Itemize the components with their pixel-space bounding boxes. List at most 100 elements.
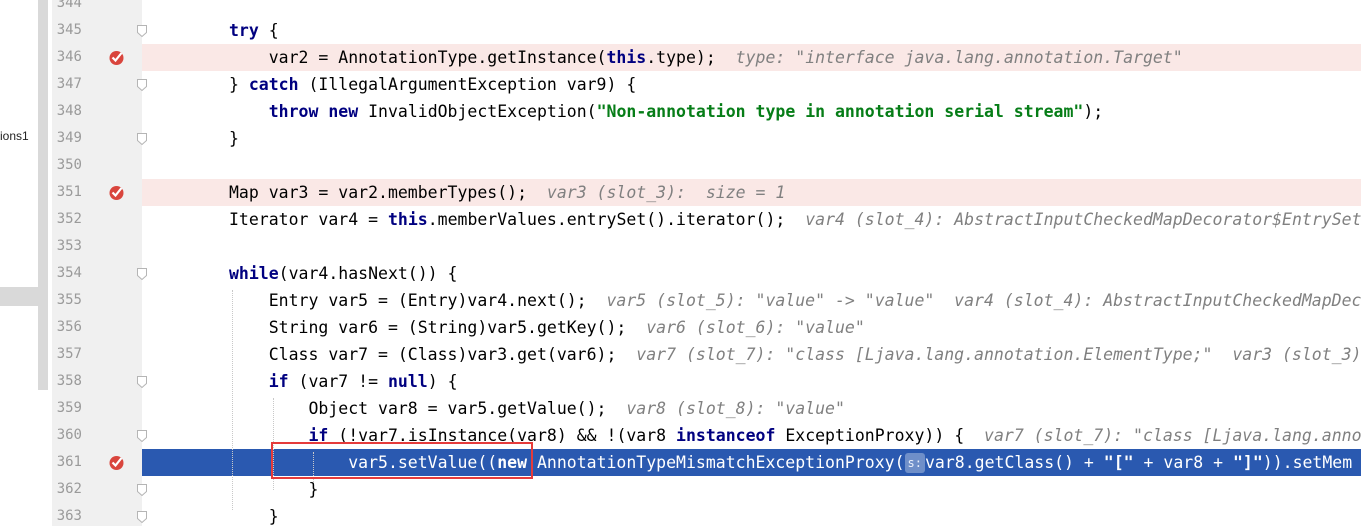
breakpoint-icon[interactable] xyxy=(108,454,125,471)
code-line[interactable]: 362 } xyxy=(0,476,1361,503)
line-number: 345 xyxy=(52,17,82,44)
fold-marker-icon[interactable] xyxy=(137,133,147,145)
line-number: 356 xyxy=(52,314,82,341)
code-line[interactable]: 353 xyxy=(0,233,1361,260)
line-number: 349 xyxy=(52,125,82,152)
line-number: 351 xyxy=(52,179,82,206)
code-token: this xyxy=(607,48,647,67)
code-line[interactable]: 346 var2 = AnnotationType.getInstance(th… xyxy=(142,44,1361,71)
code-text[interactable]: var2 = AnnotationType.getInstance(this.t… xyxy=(229,44,1183,71)
line-number: 360 xyxy=(52,422,82,449)
code-line[interactable]: 355 Entry var5 = (Entry)var4.next(); var… xyxy=(0,287,1361,314)
line-number: 354 xyxy=(52,260,82,287)
code-token: this xyxy=(388,210,428,229)
line-number: 352 xyxy=(52,206,82,233)
parameter-hint-badge: s: xyxy=(905,453,925,473)
debug-inline-value: var5 (slot_5): "value" -> "value" var4 (… xyxy=(607,291,1361,310)
code-token: AnnotationTypeMismatchExceptionProxy( xyxy=(527,453,905,472)
line-number: 355 xyxy=(52,287,82,314)
code-text[interactable]: Iterator var4 = this.memberValues.entryS… xyxy=(229,206,1361,233)
code-token: ) { xyxy=(428,372,458,391)
debug-inline-value: var4 (slot_4): AbstractInputCheckedMapDe… xyxy=(805,210,1361,229)
code-token: ExceptionProxy)) { xyxy=(775,426,984,445)
breakpoint-icon[interactable] xyxy=(108,49,125,66)
fold-marker-icon[interactable] xyxy=(137,511,147,523)
code-line[interactable]: 345 try { xyxy=(0,17,1361,44)
code-text[interactable]: try { xyxy=(229,17,279,44)
code-token: var8.getClass() + xyxy=(925,453,1104,472)
indent-guide xyxy=(232,290,233,510)
code-token: { xyxy=(259,21,279,40)
code-token: "[" xyxy=(1104,453,1134,472)
line-number: 346 xyxy=(52,44,82,71)
debug-inline-value: var6 (slot_6): "value" xyxy=(646,318,865,337)
code-text[interactable]: while(var4.hasNext()) { xyxy=(229,260,457,287)
line-number: 344 xyxy=(52,0,82,17)
code-token: (var4.hasNext()) { xyxy=(279,264,458,283)
code-line[interactable]: 349} xyxy=(0,125,1361,152)
code-line[interactable]: 347} catch (IllegalArgumentException var… xyxy=(0,71,1361,98)
code-text[interactable]: if (var7 != null) { xyxy=(229,368,458,395)
line-number: 353 xyxy=(52,233,82,260)
code-token: if xyxy=(269,372,289,391)
code-text[interactable]: Object var8 = var5.getValue(); var8 (slo… xyxy=(229,395,845,422)
code-text[interactable]: Class var7 = (Class)var3.get(var6); var7… xyxy=(229,341,1361,368)
fold-marker-icon[interactable] xyxy=(137,484,147,496)
code-text[interactable]: Map var3 = var2.memberTypes(); var3 (slo… xyxy=(229,179,785,206)
fold-marker-icon[interactable] xyxy=(137,268,147,280)
code-text[interactable]: String var6 = (String)var5.getKey(); var… xyxy=(229,314,865,341)
fold-marker-icon[interactable] xyxy=(137,430,147,442)
code-token: "Non-annotation type in annotation seria… xyxy=(597,102,1084,121)
code-token: Object var8 = var5.getValue(); xyxy=(229,399,626,418)
code-line[interactable]: 352 Iterator var4 = this.memberValues.ent… xyxy=(0,206,1361,233)
code-token: + var8 + xyxy=(1134,453,1233,472)
code-line[interactable]: 359 Object var8 = var5.getValue(); var8 … xyxy=(0,395,1361,422)
fold-marker-icon[interactable] xyxy=(137,25,147,37)
code-line[interactable]: 360 if (!var7.isInstance(var8) && !(var8… xyxy=(0,422,1361,449)
code-token: .memberValues.entrySet().iterator(); xyxy=(428,210,806,229)
line-number: 350 xyxy=(52,152,82,179)
code-line[interactable]: 344 xyxy=(0,0,1361,17)
code-token xyxy=(229,372,269,391)
code-token: while xyxy=(229,264,279,283)
debug-inline-value: type: "interface java.lang.annotation.Ta… xyxy=(736,48,1183,67)
code-token: try xyxy=(229,21,259,40)
code-token: instanceof xyxy=(676,426,775,445)
code-line[interactable]: 351Map var3 = var2.memberTypes(); var3 (… xyxy=(142,179,1361,206)
line-number: 362 xyxy=(52,476,82,503)
code-token: catch xyxy=(249,75,299,94)
fold-marker-icon[interactable] xyxy=(137,376,147,388)
debug-inline-value: var8 (slot_8): "value" xyxy=(626,399,845,418)
code-text[interactable]: } catch (IllegalArgumentException var9) … xyxy=(229,71,636,98)
breakpoint-icon[interactable] xyxy=(108,184,125,201)
code-line[interactable]: 358 if (var7 != null) { xyxy=(0,368,1361,395)
line-number: 347 xyxy=(52,71,82,98)
line-number: 357 xyxy=(52,341,82,368)
debug-inline-value: var7 (slot_7): "class [Ljava.lang.anno xyxy=(984,426,1361,445)
code-token: "]" xyxy=(1233,453,1263,472)
code-token: )).setMem xyxy=(1263,453,1352,472)
line-number: 358 xyxy=(52,368,82,395)
code-token: Class var7 = (Class)var3.get(var6); xyxy=(229,345,636,364)
code-token: } xyxy=(229,75,249,94)
code-line[interactable]: 357 Class var7 = (Class)var3.get(var6); … xyxy=(0,341,1361,368)
code-token: } xyxy=(229,129,239,148)
code-token: null xyxy=(388,372,428,391)
line-number: 361 xyxy=(52,449,82,476)
code-token: (IllegalArgumentException var9) { xyxy=(299,75,637,94)
code-token: var2 = AnnotationType.getInstance( xyxy=(229,48,607,67)
code-line[interactable]: 354 while(var4.hasNext()) { xyxy=(0,260,1361,287)
code-text[interactable]: throw new InvalidObjectException("Non-an… xyxy=(229,98,1103,125)
code-line[interactable]: 350 xyxy=(0,152,1361,179)
code-token: ); xyxy=(1083,102,1103,121)
code-line[interactable]: 356 String var6 = (String)var5.getKey();… xyxy=(0,314,1361,341)
code-token: Iterator var4 = xyxy=(229,210,388,229)
line-number: 348 xyxy=(52,98,82,125)
code-text[interactable]: Entry var5 = (Entry)var4.next(); var5 (s… xyxy=(229,287,1361,314)
line-number: 359 xyxy=(52,395,82,422)
code-token: } xyxy=(229,507,279,526)
debug-inline-value: var7 (slot_7): "class [Ljava.lang.annota… xyxy=(636,345,1361,364)
code-line[interactable]: 348 throw new InvalidObjectException("No… xyxy=(0,98,1361,125)
fold-marker-icon[interactable] xyxy=(137,79,147,91)
code-text[interactable]: } xyxy=(229,125,239,152)
